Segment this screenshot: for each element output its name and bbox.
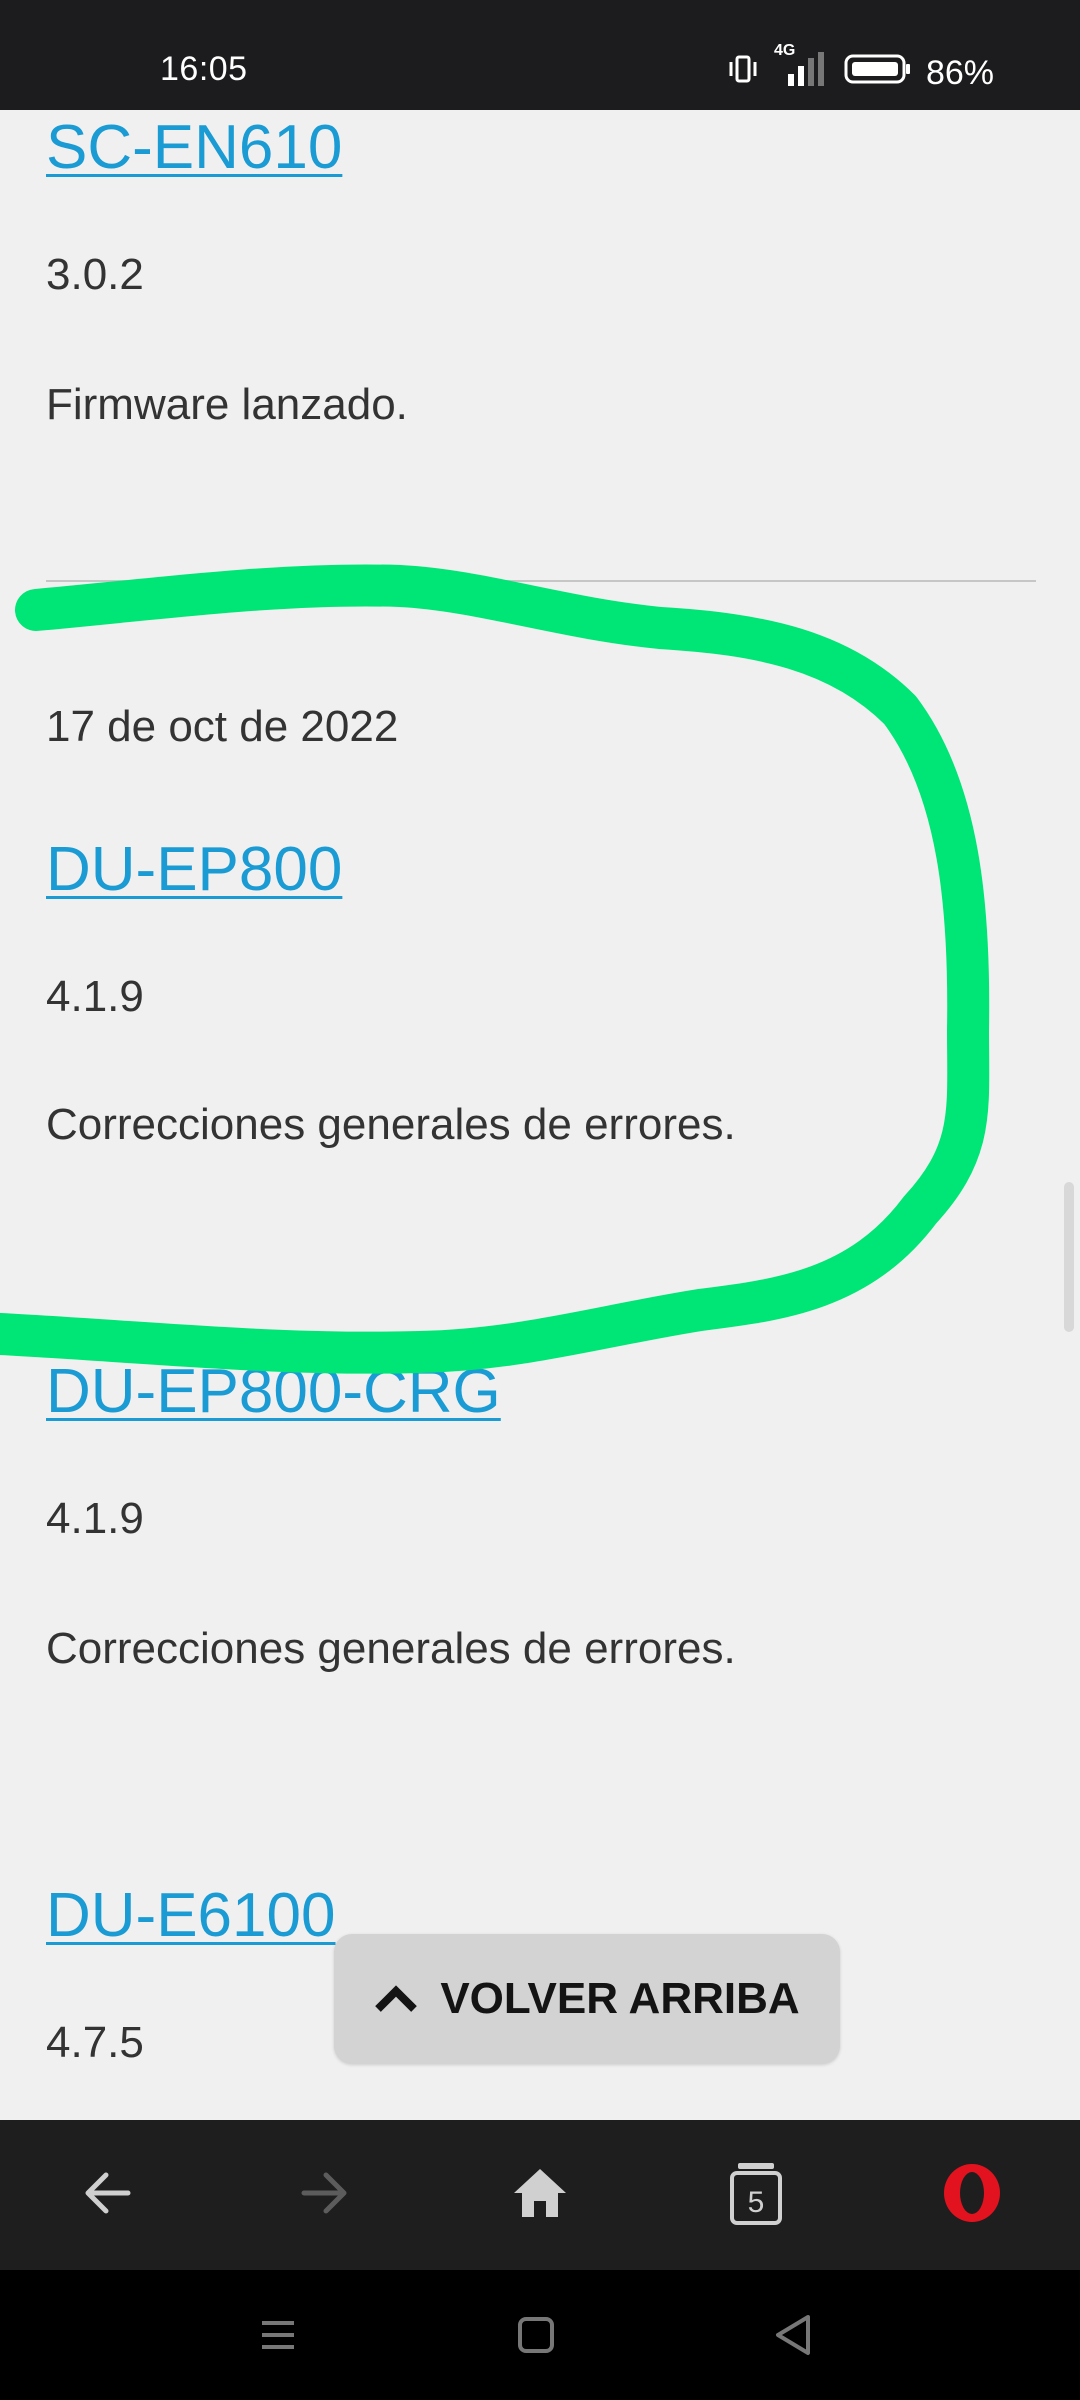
opera-menu-button[interactable]: [922, 2145, 1022, 2245]
recent-apps-button[interactable]: [248, 2305, 308, 2365]
firmware-description: Correcciones generales de errores.: [46, 1624, 736, 1673]
firmware-title-link[interactable]: DU-EP800-CRG: [46, 1356, 501, 1427]
firmware-version: 3.0.2: [46, 250, 144, 299]
system-home-button[interactable]: [506, 2305, 566, 2365]
back-button[interactable]: [58, 2145, 158, 2245]
vibrate-icon: [726, 52, 760, 95]
firmware-description: Correcciones generales de errores.: [46, 1100, 736, 1149]
network-type: 4G: [773, 42, 796, 59]
browser-nav-bar: 5: [0, 2120, 1080, 2270]
divider: [46, 580, 1036, 582]
menu-icon: [248, 2321, 308, 2369]
forward-arrow-icon: [296, 2165, 352, 2226]
home-button[interactable]: [490, 2145, 590, 2245]
firmware-title-link[interactable]: DU-EP800: [46, 834, 342, 905]
tab-count: 5: [747, 2186, 765, 2219]
signal-icon: 4G: [774, 42, 830, 97]
battery-percent: 86%: [925, 54, 994, 92]
firmware-title-link[interactable]: DU-E6100: [46, 1880, 335, 1951]
release-date: 17 de oct de 2022: [46, 702, 399, 751]
system-back-button[interactable]: [764, 2305, 824, 2365]
back-to-top-label: VOLVER ARRIBA: [440, 1974, 800, 2023]
home-icon: [510, 2165, 570, 2226]
back-triangle-icon: [764, 2315, 824, 2369]
back-to-top-button[interactable]: VOLVER ARRIBA: [334, 1934, 840, 2064]
system-nav-bar: [0, 2270, 1080, 2400]
tabs-button[interactable]: 5: [706, 2145, 806, 2245]
firmware-version: 4.1.9: [46, 1494, 144, 1543]
battery-icon: [844, 52, 912, 95]
home-square-icon: [506, 2317, 566, 2369]
status-time: 16:05: [160, 50, 248, 88]
opera-logo-icon: [940, 2161, 1004, 2230]
firmware-description: Firmware lanzado.: [46, 380, 408, 429]
firmware-title-link[interactable]: SC-EN610: [46, 112, 342, 183]
firmware-version: 4.1.9: [46, 972, 144, 1021]
firmware-version: 4.7.5: [46, 2018, 144, 2067]
chevron-up-icon: [374, 1974, 418, 2024]
back-arrow-icon: [80, 2165, 136, 2226]
status-bar: 16:05 4G 86%: [0, 0, 1080, 110]
scrollbar[interactable]: [1064, 1182, 1074, 1332]
page-content: SC-EN610 3.0.2 Firmware lanzado. 17 de o…: [0, 110, 1080, 2120]
status-icons: 4G 86%: [726, 42, 994, 97]
forward-button[interactable]: [274, 2145, 374, 2245]
